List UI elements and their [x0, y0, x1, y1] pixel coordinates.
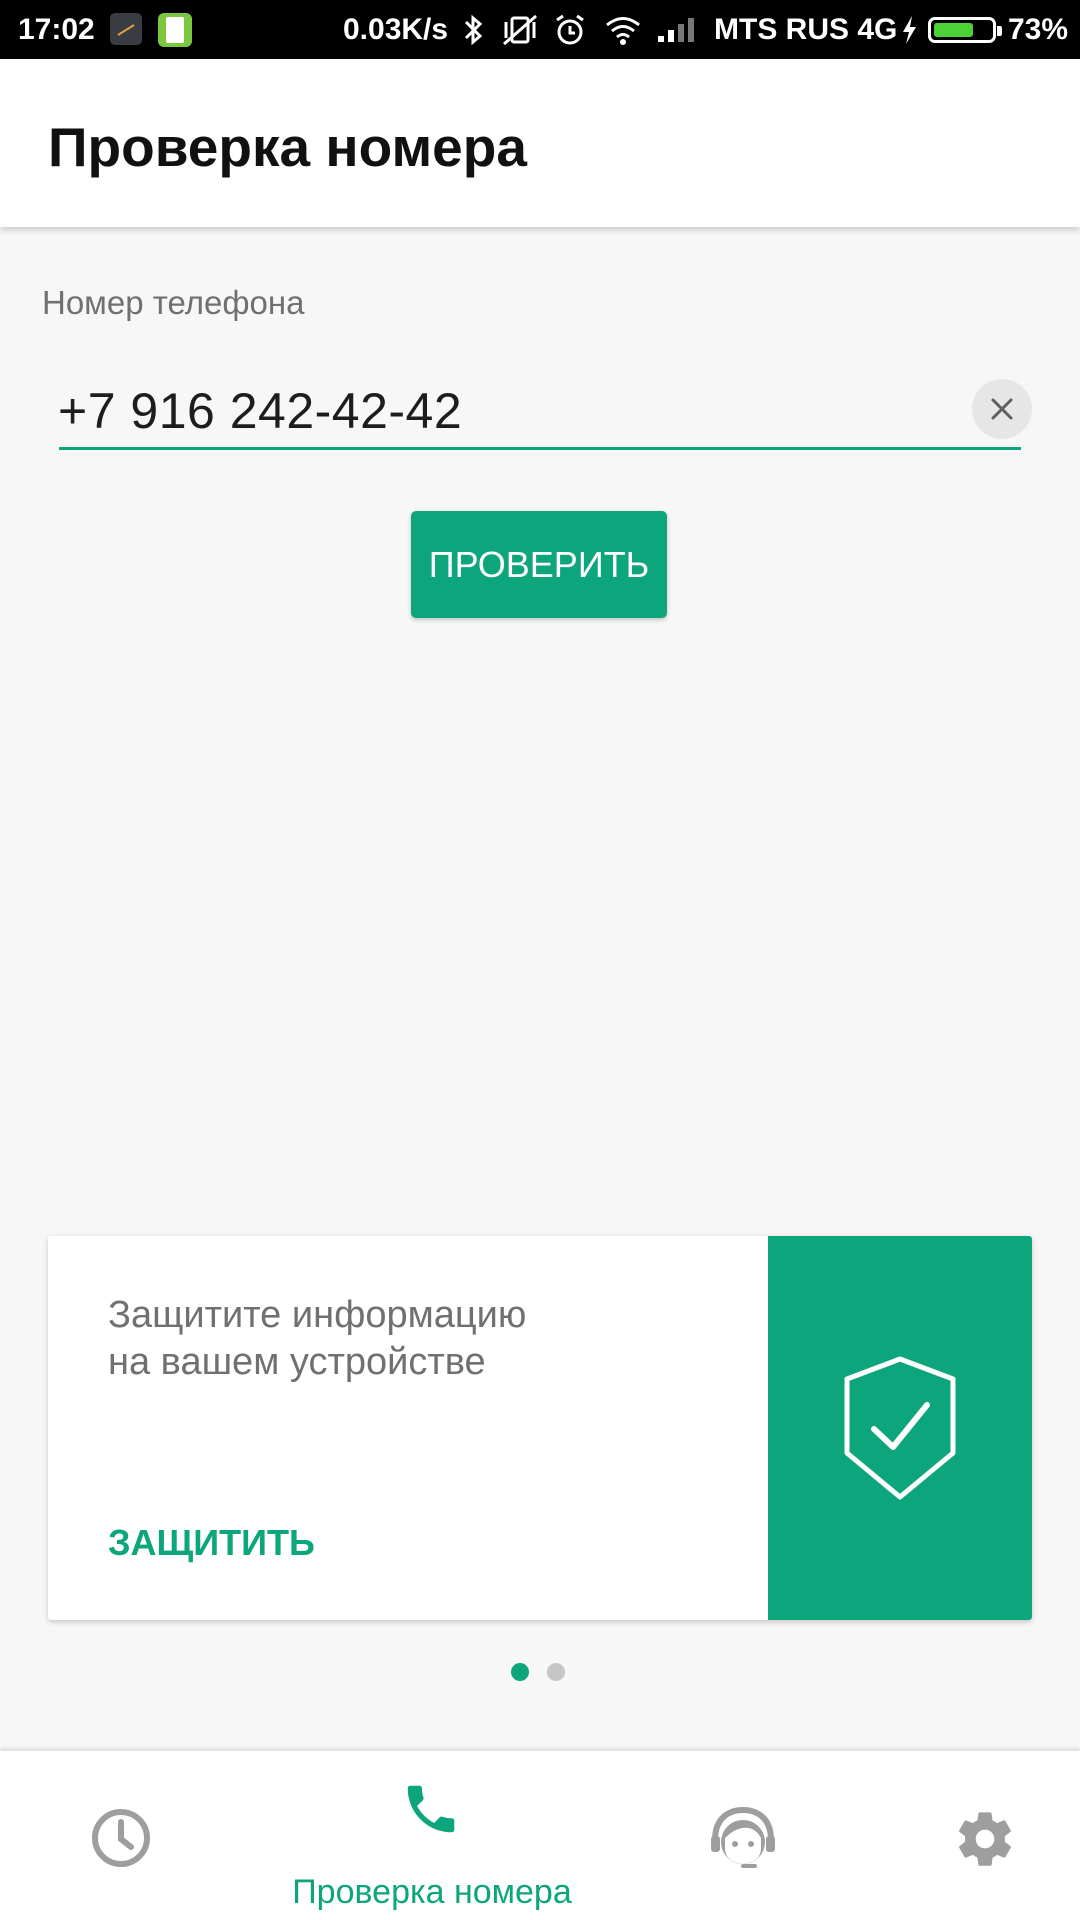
carrier-name: MTS RUS 4G: [714, 12, 898, 46]
promo-text: Защитите информацию на вашем устройстве: [108, 1292, 768, 1386]
status-time: 17:02: [18, 12, 95, 46]
sim-app-icon: [158, 13, 192, 47]
nav-number-check[interactable]: Проверка номера: [270, 1751, 594, 1920]
phone-field-label: Номер телефона: [42, 284, 305, 321]
phone-icon: [407, 1785, 455, 1833]
alarm-icon: [552, 0, 588, 59]
nav-support[interactable]: [690, 1751, 800, 1920]
status-bar: 17:02 0.03K/s MTS RUS 4G 73%: [0, 0, 1080, 59]
shield-check-icon: [844, 1356, 956, 1500]
phone-input-underline: [59, 447, 1021, 450]
pager-dot[interactable]: [547, 1663, 565, 1681]
clock-icon: [92, 1809, 150, 1867]
nav-history[interactable]: [70, 1751, 170, 1920]
page-title: Проверка номера: [48, 116, 527, 178]
battery-percent: 73%: [1008, 12, 1069, 46]
promo-line-1: Защитите информацию: [108, 1294, 527, 1336]
bluetooth-icon: [460, 0, 486, 59]
protect-promo-card: Защитите информацию на вашем устройстве …: [48, 1236, 1032, 1620]
promo-line-2: на вашем устройстве: [108, 1341, 486, 1383]
promo-icon-panel: [768, 1236, 1032, 1620]
protect-button[interactable]: ЗАЩИТИТЬ: [108, 1522, 315, 1564]
charging-icon: [898, 0, 920, 59]
battery-icon: [928, 0, 1002, 59]
nav-settings[interactable]: [940, 1751, 1030, 1920]
check-number-button[interactable]: ПРОВЕРИТЬ: [411, 511, 667, 618]
pager-dot-active[interactable]: [511, 1663, 529, 1681]
phone-input[interactable]: +7 916 242-42-42: [58, 382, 462, 440]
network-speed: 0.03K/s: [343, 12, 449, 46]
vibrate-off-icon: [500, 0, 540, 59]
app-icon: [110, 13, 142, 45]
nav-number-check-label: Проверка номера: [292, 1873, 572, 1911]
close-icon: [991, 398, 1013, 420]
signal-icon: [656, 0, 702, 59]
app-bar: Проверка номера: [0, 59, 1080, 227]
wifi-icon: [603, 0, 643, 59]
bottom-navigation: Проверка номера: [0, 1751, 1080, 1920]
gear-icon: [959, 1812, 1011, 1866]
support-agent-icon: [711, 1806, 775, 1868]
clear-input-button[interactable]: [972, 379, 1032, 439]
